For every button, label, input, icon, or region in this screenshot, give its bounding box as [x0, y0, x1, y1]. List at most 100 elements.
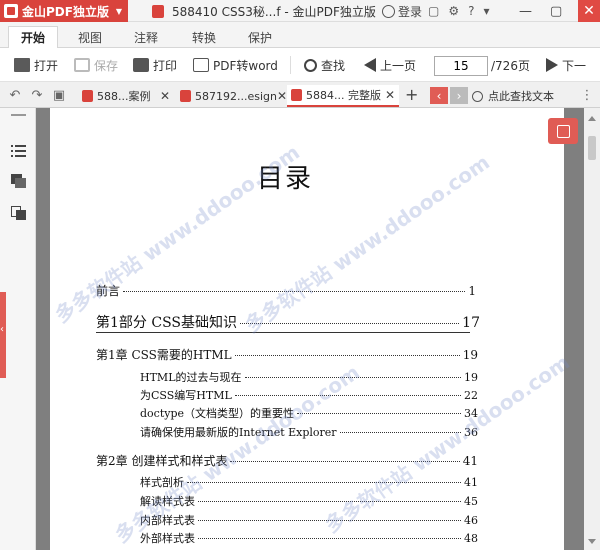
- pdf-to-word-button[interactable]: PDF转word: [193, 48, 278, 82]
- dropdown-icon[interactable]: ▾: [483, 4, 489, 18]
- login-label: 登录: [398, 4, 423, 19]
- doc-tab-label: 588...案例: [97, 90, 151, 103]
- save-button[interactable]: 保存: [74, 48, 118, 82]
- find-button[interactable]: 查找: [304, 48, 345, 82]
- user-icon: [382, 4, 395, 18]
- tab-scroll-right-button[interactable]: ›: [450, 87, 468, 104]
- toc-entry-text: HTML的过去与现在: [140, 371, 242, 384]
- save-label: 保存: [94, 58, 119, 73]
- vertical-scrollbar[interactable]: [584, 108, 600, 550]
- pdf-file-icon: [82, 90, 93, 102]
- doc-tab-2[interactable]: 587192...esign ✕: [176, 85, 287, 107]
- toc-entry-page: 19: [464, 371, 478, 384]
- find-text-label: 点此查找文本: [488, 90, 554, 103]
- new-tab-icon[interactable]: +: [405, 85, 418, 104]
- toc-entry-page: 41: [464, 476, 478, 489]
- document-viewer[interactable]: 目录 前言 1 第1部分 CSS基础知识 17 第1章 CSS需要的HTML 19 H…: [36, 108, 584, 550]
- toc-title: 目录: [256, 164, 313, 194]
- open-button[interactable]: 打开: [14, 48, 58, 82]
- page-total: /726页: [491, 58, 530, 73]
- app-menu-button[interactable]: 金山PDF独立版 ▼: [0, 0, 128, 22]
- toc-entry-text: 样式剖析: [140, 476, 184, 489]
- toc-entry[interactable]: 样式剖析 41: [140, 474, 478, 490]
- document-tab-bar: ↶ ↷ ▣ 588...案例 ✕ 587192...esign ✕ 5884..…: [0, 82, 600, 108]
- toc-entry[interactable]: 外部样式表 48: [140, 530, 478, 546]
- undo-icon[interactable]: ↶: [8, 88, 22, 103]
- find-label: 查找: [321, 58, 346, 73]
- toc-entry-text: 解读样式表: [140, 495, 195, 508]
- close-icon[interactable]: ✕: [385, 88, 395, 102]
- tab-start[interactable]: 开始: [8, 26, 58, 48]
- toc-entry-text: 第2章 创建样式和样式表: [96, 454, 228, 468]
- next-page-button[interactable]: 下一: [546, 48, 586, 82]
- pdf-to-word-label: PDF转word: [213, 58, 278, 73]
- toc-entry[interactable]: 第1部分 CSS基础知识 17: [96, 312, 480, 332]
- open-label: 打开: [34, 58, 59, 73]
- toc-entry-page: 1: [468, 284, 476, 298]
- doc-tab-label: 5884... 完整版: [306, 89, 381, 102]
- scroll-down-icon[interactable]: [588, 539, 596, 544]
- redo-icon[interactable]: ↷: [30, 88, 44, 103]
- find-text-button[interactable]: 点此查找文本: [472, 85, 554, 107]
- tab-scroll-left-button[interactable]: ‹: [430, 87, 448, 104]
- outline-list-icon[interactable]: [11, 144, 26, 158]
- toc-entry-page: 22: [464, 389, 478, 402]
- toc-entry[interactable]: doctype（文档类型）的重要性 34: [140, 405, 478, 421]
- toc-entry[interactable]: 前言 1: [96, 282, 476, 299]
- next-page-label: 下一: [562, 58, 587, 73]
- help-icon[interactable]: ?: [468, 4, 474, 18]
- close-window-button[interactable]: ✕: [578, 0, 600, 22]
- arrow-left-icon: [364, 58, 376, 72]
- doc-tab-label: 587192...esign: [195, 89, 277, 103]
- doc-tab-3[interactable]: 5884... 完整版 ✕: [287, 85, 399, 107]
- quick-save-icon[interactable]: ▣: [52, 88, 66, 103]
- toc-entry-page: 19: [462, 348, 478, 362]
- convert-word-icon[interactable]: [11, 206, 26, 220]
- toc-entry[interactable]: HTML的过去与现在 19: [140, 369, 478, 385]
- toc-entry[interactable]: 内部样式表 46: [140, 512, 478, 528]
- doc-tab-1[interactable]: 588...案例 ✕: [78, 85, 174, 107]
- toc-entry[interactable]: 为CSS编写HTML 22: [140, 387, 478, 403]
- thumbnails-icon[interactable]: [11, 174, 26, 188]
- toc-entry-page: 45: [464, 495, 478, 508]
- close-icon[interactable]: ✕: [160, 89, 170, 103]
- login-button[interactable]: 登录: [382, 0, 422, 22]
- toc-entry[interactable]: 第2章 创建样式和样式表 41: [96, 452, 478, 469]
- toc-entry-text: 第1部分 CSS基础知识: [96, 315, 238, 331]
- printer-icon: [133, 58, 149, 72]
- minimize-icon[interactable]: —: [519, 4, 532, 19]
- ribbon-tabs: 开始 视图 注释 转换 保护: [0, 22, 600, 48]
- toc-entry-text: 请确保使用最新版的Internet Explorer: [140, 426, 337, 439]
- scroll-up-icon[interactable]: [588, 116, 596, 121]
- prev-page-label: 上一页: [380, 58, 417, 73]
- print-button[interactable]: 打印: [133, 48, 177, 82]
- sidebar-collapse-handle[interactable]: [0, 292, 6, 378]
- close-icon[interactable]: ✕: [277, 89, 287, 103]
- maximize-icon[interactable]: ▢: [550, 4, 562, 19]
- arrow-right-icon: [546, 58, 558, 72]
- tab-protect[interactable]: 保护: [242, 26, 278, 48]
- scroll-thumb[interactable]: [588, 136, 596, 160]
- toc-entry-page: 34: [464, 407, 478, 420]
- toc-entry[interactable]: 请确保使用最新版的Internet Explorer 36: [140, 424, 478, 440]
- gear-icon[interactable]: ⚙: [448, 4, 459, 18]
- more-icon[interactable]: ⋮: [580, 88, 594, 103]
- search-icon: [472, 90, 483, 102]
- toc-entry-text: 外部样式表: [140, 532, 195, 545]
- tab-annotate[interactable]: 注释: [128, 26, 164, 48]
- pdf-file-icon: [152, 4, 164, 18]
- page-number-input[interactable]: [434, 56, 488, 76]
- toc-entry[interactable]: 第1章 CSS需要的HTML 19: [96, 346, 478, 363]
- left-sidebar: [0, 108, 36, 550]
- toolbar-divider: [290, 56, 291, 74]
- chevron-down-icon: ▼: [115, 6, 122, 16]
- tab-view[interactable]: 视图: [72, 26, 108, 48]
- convert-float-button[interactable]: [548, 118, 578, 144]
- prev-page-button[interactable]: 上一页: [364, 48, 416, 82]
- search-icon: [304, 58, 317, 72]
- message-icon[interactable]: ▢: [428, 4, 439, 18]
- window-title-text: 588410 CSS3秘...f - 金山PDF独立版: [172, 4, 376, 19]
- toc-entry-page: 17: [462, 315, 480, 331]
- tab-convert[interactable]: 转换: [186, 26, 222, 48]
- toc-entry[interactable]: 解读样式表 45: [140, 493, 478, 509]
